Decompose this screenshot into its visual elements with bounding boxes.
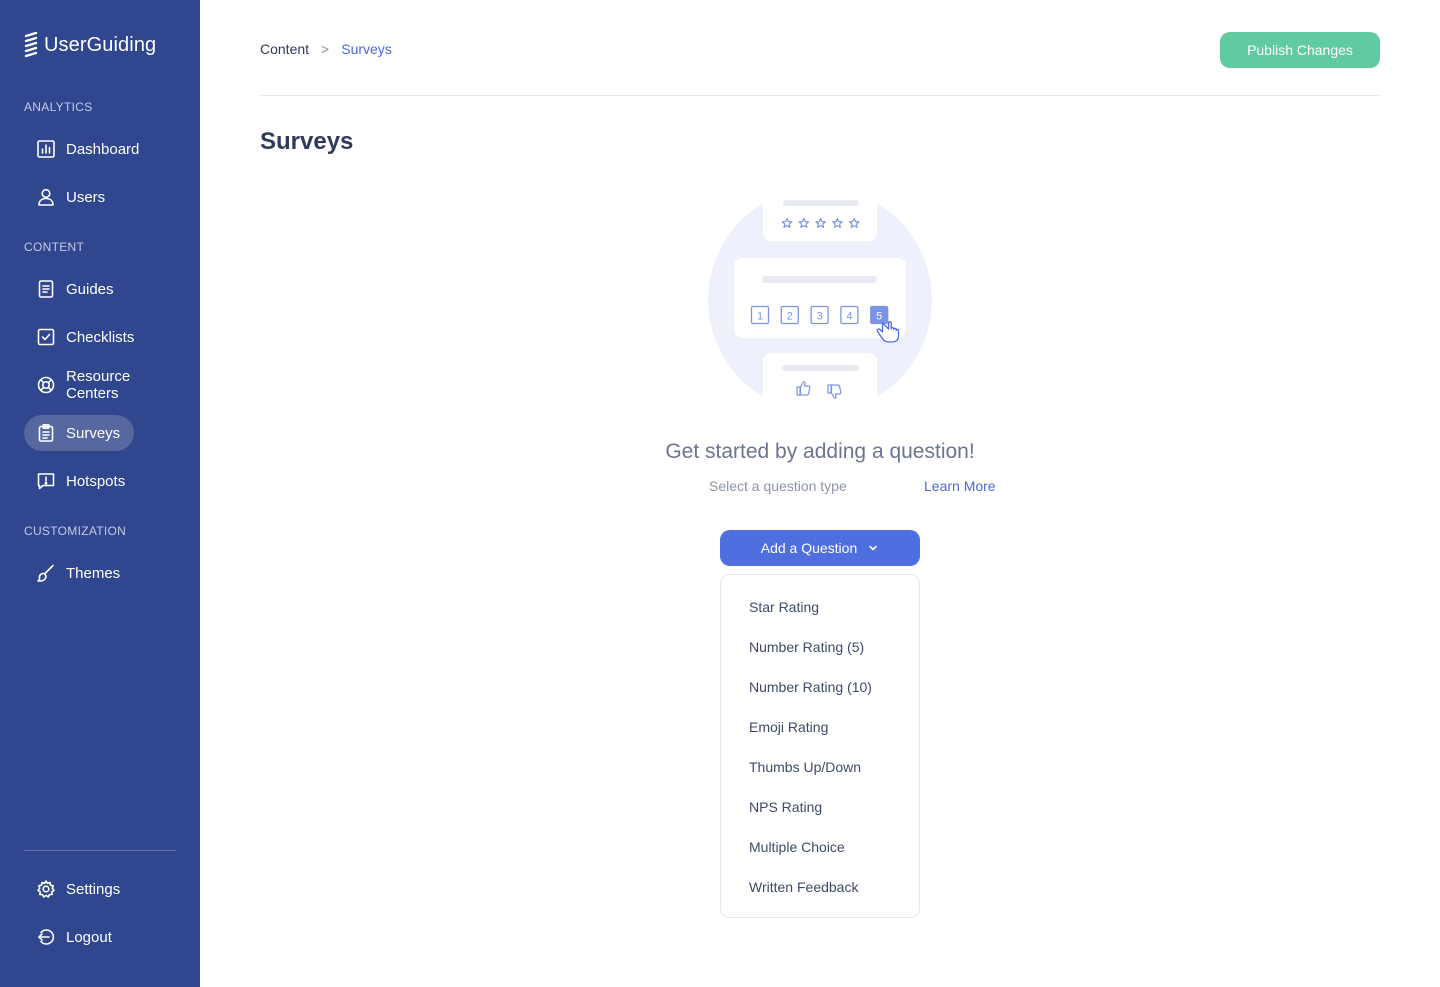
user-icon [38, 188, 54, 206]
sidebar-item-label: Settings [66, 880, 121, 898]
sidebar-item-label: Themes [66, 564, 121, 582]
breadcrumb-current: Surveys [341, 41, 392, 57]
breadcrumb: Content > Surveys [260, 41, 392, 57]
sidebar-item-label: Logout [66, 928, 112, 946]
dropdown-option-multiple-choice[interactable]: Multiple Choice [721, 827, 919, 867]
sidebar-item-themes[interactable]: Themes [24, 555, 134, 591]
empty-state-title: Get started by adding a question! [665, 440, 975, 463]
sidebar-item-label: Users [66, 188, 106, 206]
section-label-content: CONTENT [24, 240, 85, 254]
add-question-button[interactable]: Add a Question [720, 530, 920, 566]
sidebar-item-label: Hotspots [66, 472, 126, 490]
select-question-type-text: Select a question type [709, 478, 847, 494]
alert-message-icon [37, 473, 55, 490]
userguiding-logo-icon [24, 32, 38, 58]
sidebar-item-surveys[interactable]: Surveys [24, 415, 135, 451]
clipboard-icon [38, 423, 54, 442]
page-title: Surveys [260, 128, 354, 155]
question-type-dropdown: Star Rating Number Rating (5) Number Rat… [720, 574, 920, 918]
lifebuoy-icon [37, 376, 55, 394]
sidebar-item-logout[interactable]: Logout [24, 919, 126, 955]
number-label: 3 [817, 311, 823, 323]
sidebar-item-label: Guides [66, 280, 114, 298]
checkbox-icon [37, 328, 55, 346]
sidebar-item-dashboard[interactable]: Dashboard [24, 131, 153, 167]
sidebar-item-label: Checklists [66, 328, 135, 346]
sidebar-item-label: Surveys [66, 424, 121, 442]
section-label-customization: CUSTOMIZATION [24, 524, 127, 538]
logout-icon [38, 929, 55, 945]
sidebar-item-settings[interactable]: Settings [24, 871, 134, 907]
gear-icon [37, 880, 55, 898]
dropdown-option-nps-rating[interactable]: NPS Rating [721, 787, 919, 827]
number-label: 1 [757, 311, 763, 323]
dropdown-option-emoji-rating[interactable]: Emoji Rating [721, 707, 919, 747]
dropdown-option-star-rating[interactable]: Star Rating [721, 587, 919, 627]
section-label-analytics: ANALYTICS [24, 100, 93, 114]
document-icon [38, 280, 54, 298]
publish-changes-button[interactable]: Publish Changes [1220, 32, 1380, 68]
dropdown-option-written-feedback[interactable]: Written Feedback [721, 867, 919, 907]
sidebar-item-label: Resource Centers [66, 368, 131, 402]
breadcrumb-root-link[interactable]: Content [260, 41, 309, 57]
chevron-down-icon [869, 545, 878, 551]
header-divider [260, 95, 1380, 96]
survey-illustration: 1 2 3 4 5 [708, 195, 932, 405]
sidebar-item-checklists[interactable]: Checklists [24, 319, 148, 355]
bar-chart-icon [37, 140, 55, 158]
sidebar: UserGuiding ANALYTICS Dashboard Users CO… [0, 0, 200, 987]
brush-icon [37, 564, 54, 582]
dropdown-option-number-rating-5[interactable]: Number Rating (5) [721, 627, 919, 667]
number-label: 2 [787, 311, 793, 323]
learn-more-link[interactable]: Learn More [924, 478, 996, 494]
brand-name: UserGuiding [44, 33, 157, 56]
number-label: 4 [846, 311, 852, 323]
sidebar-item-label: Dashboard [66, 140, 140, 158]
sidebar-item-resource-centers[interactable]: Resource Centers [24, 367, 200, 403]
dropdown-option-thumbs-up-down[interactable]: Thumbs Up/Down [721, 747, 919, 787]
sidebar-item-hotspots[interactable]: Hotspots [24, 463, 139, 499]
breadcrumb-separator-icon: > [321, 41, 330, 57]
sidebar-divider [24, 850, 176, 851]
dropdown-option-number-rating-10[interactable]: Number Rating (10) [721, 667, 919, 707]
sidebar-item-guides[interactable]: Guides [24, 271, 128, 307]
logo[interactable]: UserGuiding [24, 32, 156, 58]
add-question-label: Add a Question [760, 540, 858, 556]
number-label-selected: 5 [876, 311, 882, 323]
sidebar-item-users[interactable]: Users [24, 179, 119, 215]
